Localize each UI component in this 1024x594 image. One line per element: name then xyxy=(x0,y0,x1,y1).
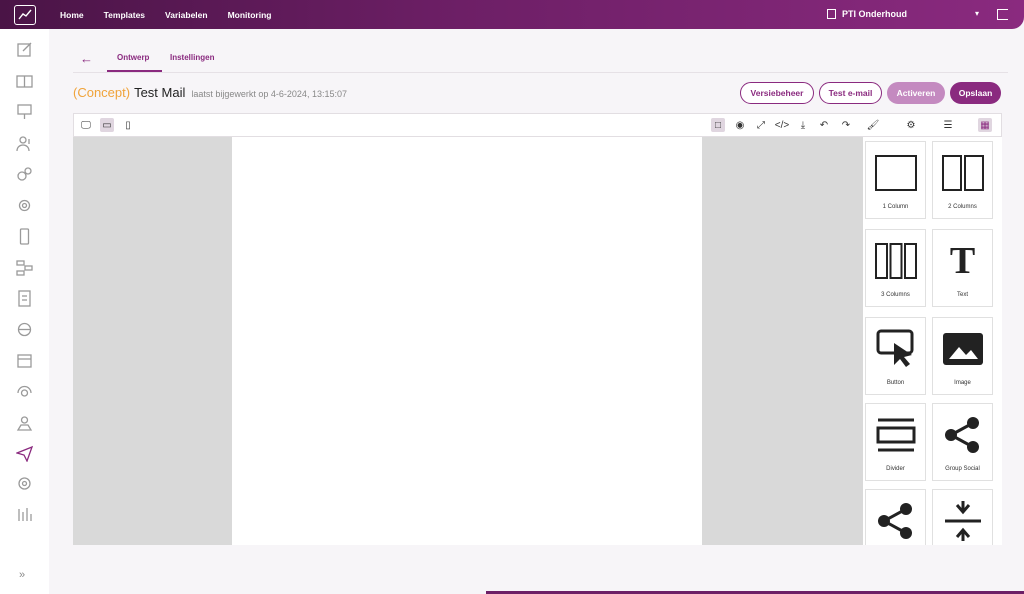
sidebar xyxy=(0,29,49,594)
preview-eye-icon[interactable]: ◉ xyxy=(733,118,747,132)
mobile-view-icon[interactable]: ▯ xyxy=(121,118,135,132)
layers-icon[interactable]: ☰ xyxy=(941,118,955,132)
last-updated: laatst bijgewerkt op 4-6-2024, 13:15:07 xyxy=(191,89,347,99)
block-button[interactable]: Button xyxy=(865,317,926,395)
mail-name: Test Mail xyxy=(134,85,186,100)
block-label: Text xyxy=(956,292,968,298)
calendar-icon[interactable] xyxy=(16,352,33,369)
block-social[interactable] xyxy=(865,489,926,545)
tablet-view-icon[interactable]: ▭ xyxy=(100,118,114,132)
logout-icon[interactable] xyxy=(997,9,1008,20)
block-text[interactable]: T Text xyxy=(932,229,993,307)
organization-selector[interactable]: PTI Onderhoud xyxy=(827,9,907,19)
share-icon xyxy=(941,414,985,456)
outline-toggle-icon[interactable]: □ xyxy=(711,118,725,132)
blocks-icon[interactable]: ▦ xyxy=(978,118,992,132)
back-arrow-icon[interactable]: ← xyxy=(80,51,93,66)
download-icon[interactable]: ⤓ xyxy=(796,118,810,132)
chevron-down-icon[interactable]: ▾ xyxy=(975,9,979,18)
activeren-button[interactable]: Activeren xyxy=(887,82,945,104)
edit-icon[interactable] xyxy=(16,41,33,58)
expand-sidebar-icon[interactable]: » xyxy=(19,569,25,581)
fullscreen-icon[interactable]: ⤢ xyxy=(754,118,768,132)
redo-icon[interactable]: ↷ xyxy=(839,118,853,132)
status-label: (Concept) xyxy=(73,85,131,100)
cog-icon[interactable] xyxy=(16,475,33,492)
nav-monitoring[interactable]: Monitoring xyxy=(228,10,272,20)
compare-icon[interactable] xyxy=(16,73,33,90)
divider xyxy=(73,72,1008,73)
nav-home[interactable]: Home xyxy=(60,10,84,20)
block-label: 3 Columns xyxy=(881,292,910,298)
three-columns-icon xyxy=(874,240,918,282)
nav-variabelen[interactable]: Variabelen xyxy=(165,10,208,20)
block-3-columns[interactable]: 3 Columns xyxy=(865,229,926,307)
block-label: Button xyxy=(886,380,905,386)
tab-ontwerp[interactable]: Ontwerp xyxy=(117,53,149,62)
block-label: 1 Column xyxy=(882,204,909,210)
one-column-icon xyxy=(874,152,918,194)
block-spacer[interactable] xyxy=(932,489,993,545)
undo-icon[interactable]: ↶ xyxy=(817,118,831,132)
block-label: Group Social xyxy=(945,466,980,472)
brush-icon[interactable]: 🖌 xyxy=(866,118,880,132)
gear-icon[interactable]: ⚙ xyxy=(904,118,918,132)
analytics-icon[interactable] xyxy=(16,506,33,523)
block-group-social[interactable]: Group Social xyxy=(932,403,993,481)
code-icon[interactable]: </> xyxy=(775,118,789,132)
block-image[interactable]: Image xyxy=(932,317,993,395)
block-label: 2 Columns xyxy=(948,204,977,210)
tab-instellingen[interactable]: Instellingen xyxy=(170,53,214,62)
block-2-columns[interactable]: 2 Columns xyxy=(932,141,993,219)
flow-icon[interactable] xyxy=(16,259,33,276)
presentation-icon[interactable] xyxy=(16,103,33,120)
desktop-view-icon[interactable]: 🖵 xyxy=(79,118,93,132)
page-title: (Concept) Test Mail laatst bijgewerkt op… xyxy=(73,85,347,100)
settings-group-icon[interactable] xyxy=(16,166,33,183)
blocks-panel: 1 Column 2 Columns 3 Columns T Text Butt… xyxy=(863,137,1002,545)
add-user-icon[interactable] xyxy=(16,135,33,152)
versiebeheer-button[interactable]: Versiebeheer xyxy=(740,82,814,104)
two-columns-icon xyxy=(941,152,985,194)
building-icon xyxy=(827,9,836,19)
divider-icon xyxy=(874,414,918,456)
button-tap-icon xyxy=(874,328,918,370)
test-email-button[interactable]: Test e-mail xyxy=(819,82,882,104)
image-icon xyxy=(941,328,985,370)
block-1-column[interactable]: 1 Column xyxy=(865,141,926,219)
app-logo-icon[interactable] xyxy=(14,4,36,25)
spacer-icon xyxy=(941,500,985,542)
organization-name: PTI Onderhoud xyxy=(842,9,907,19)
nav-templates[interactable]: Templates xyxy=(104,10,145,20)
globe-icon[interactable] xyxy=(16,321,33,338)
send-icon[interactable] xyxy=(14,445,34,463)
mobile-icon[interactable] xyxy=(16,228,33,245)
email-canvas[interactable] xyxy=(232,137,702,545)
location-icon[interactable] xyxy=(16,414,33,431)
block-label: Divider xyxy=(886,466,905,472)
top-navigation-bar: Home Templates Variabelen Monitoring PTI… xyxy=(0,0,1024,29)
share-icon xyxy=(874,500,918,542)
opslaan-button[interactable]: Opslaan xyxy=(950,82,1001,104)
block-divider[interactable]: Divider xyxy=(865,403,926,481)
support-icon[interactable] xyxy=(16,383,33,400)
block-label: Image xyxy=(954,380,971,386)
editor-toolbar: 🖵 ▭ ▯ □ ◉ ⤢ </> ⤓ ↶ ↷ 🖌 ⚙ ☰ ▦ xyxy=(73,113,1002,137)
gears-icon[interactable] xyxy=(16,197,33,214)
text-icon: T xyxy=(949,240,976,282)
document-icon[interactable] xyxy=(16,290,33,307)
